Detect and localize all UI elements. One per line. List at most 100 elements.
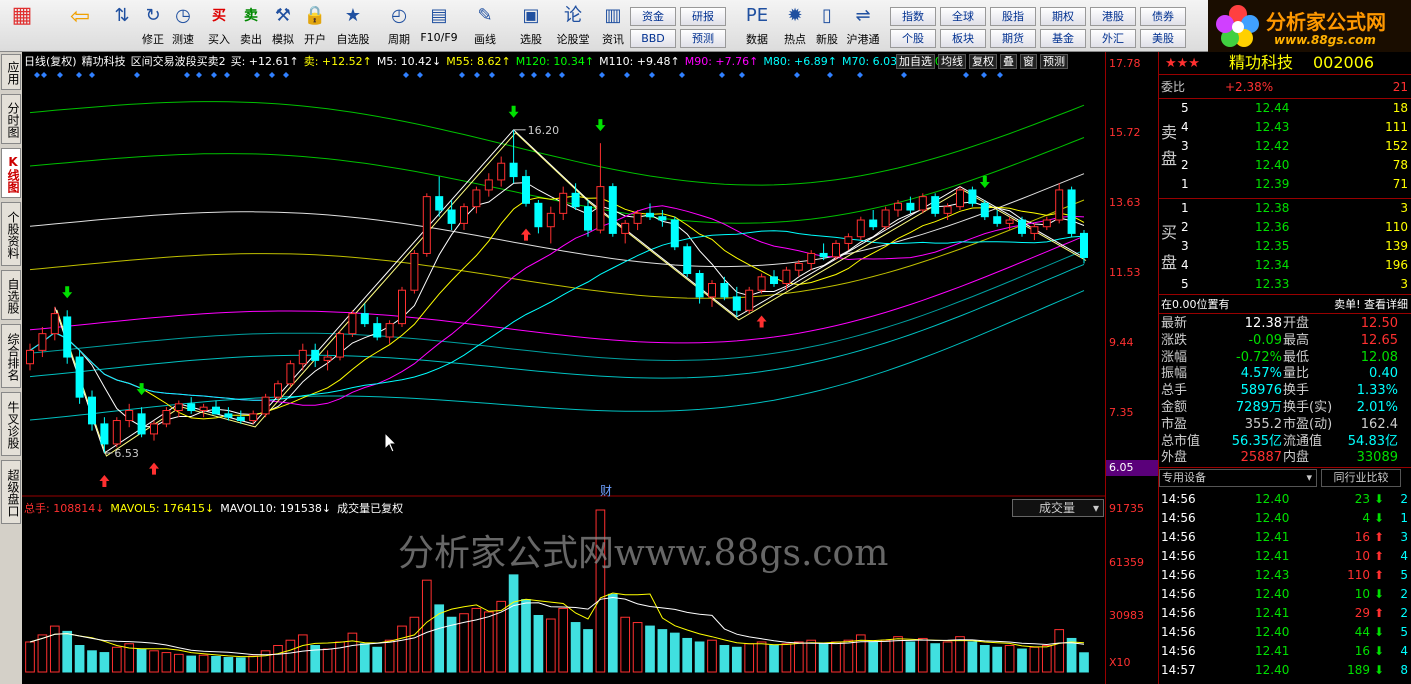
volume-indicator-value: 总手: 108814↓ — [24, 502, 105, 515]
tick-volume: 4 — [1362, 511, 1370, 525]
side-tab[interactable]: 个股资料 — [1, 202, 21, 266]
candle-body — [212, 406, 220, 415]
indicator-value: 买: +12.61↑ — [230, 55, 299, 68]
toolbar-small-button[interactable]: 预测 — [680, 29, 726, 48]
toolbar-small-button[interactable]: BBD — [630, 29, 676, 48]
volume-axis-label: 30983 — [1109, 609, 1144, 623]
side-tab[interactable]: 自选股 — [1, 270, 21, 320]
candle-body — [112, 420, 121, 445]
toolbar-back-arrow-button[interactable]: ⇦ — [62, 3, 98, 49]
volume-bar — [74, 645, 85, 673]
volume-bar — [669, 632, 680, 673]
toolbar-small-button[interactable]: 板块 — [940, 29, 986, 48]
side-tab[interactable]: 牛叉诊股 — [1, 392, 21, 456]
toolbar-small-button[interactable]: 期权 — [1040, 7, 1086, 26]
finance-marker[interactable]: 财 — [600, 482, 612, 499]
volume-bar — [99, 652, 110, 673]
toolbar-cycle-button[interactable]: ◴ 周期 — [380, 3, 418, 49]
candle-body — [385, 323, 394, 338]
price-axis-label: 11.53 — [1109, 265, 1141, 279]
chart-tool-button[interactable]: 叠 — [1000, 54, 1017, 69]
volume-bar — [744, 643, 755, 673]
volume-bar — [149, 650, 159, 673]
buy-signal-arrow-icon — [99, 474, 110, 487]
toolbar-small-button[interactable]: 资金 — [630, 7, 676, 26]
tab-compare[interactable]: 同行业比较 — [1321, 469, 1401, 487]
toolbar-small-button[interactable]: 指数 — [890, 7, 936, 26]
stat-label: 振幅 — [1161, 366, 1188, 382]
toolbar-small-button[interactable]: 期货 — [990, 29, 1036, 48]
stat-label: 涨跌 — [1161, 332, 1188, 348]
toolbar-small-button[interactable]: 美股 — [1140, 29, 1186, 48]
tick-count: 3 — [1400, 530, 1408, 544]
toolbar-hk-connect-button[interactable]: ⇌ 沪港通 — [844, 3, 882, 49]
toolbar-forum-button[interactable]: 论论股堂 — [554, 3, 592, 49]
candle-body — [732, 296, 741, 311]
tab-industry[interactable]: 专用设备 ▾ — [1159, 469, 1317, 487]
candle-body — [162, 410, 171, 425]
toolbar-ipo-button[interactable]: ▯ 新股 — [808, 3, 846, 49]
stat-label: 市盈(动) — [1283, 416, 1333, 432]
tick-time: 14:56 — [1161, 625, 1196, 639]
volume-selector[interactable]: 成交量 ▾ — [1012, 499, 1104, 517]
toolbar-small-button[interactable]: 外汇 — [1090, 29, 1136, 48]
volume-bar — [893, 636, 903, 673]
stat-value: 56.35亿 — [1231, 433, 1282, 449]
event-diamond-icon — [599, 72, 605, 78]
tick-time: 14:56 — [1161, 492, 1196, 506]
toolbar-small-button[interactable]: 债券 — [1140, 7, 1186, 26]
position-detail-link[interactable]: 卖单! 查看详细 — [1334, 296, 1408, 313]
candle-body — [26, 349, 34, 365]
candle-body — [497, 162, 506, 181]
order-volume: 196 — [1385, 258, 1408, 272]
toolbar-small-button[interactable]: 港股 — [1090, 7, 1136, 26]
toolbar-select-stock-button[interactable]: ▣ 选股 — [512, 3, 550, 49]
volume-indicator-value: MAVOL5: 176415↓ — [110, 502, 215, 515]
sell-signal-arrow-icon — [62, 286, 73, 299]
indicator-value: M120: 10.34↑ — [515, 55, 595, 68]
volume-bar — [868, 641, 879, 673]
f10-icon: ▤ — [430, 5, 448, 26]
volume-bar — [173, 653, 184, 673]
toolbar-news-button[interactable]: ▥ 资讯 — [594, 3, 632, 49]
toolbar-lock-button[interactable]: 🔒 开户 — [296, 3, 334, 49]
side-tab[interactable]: 综合排名 — [1, 324, 21, 388]
toolbar-small-button[interactable]: 股指 — [990, 7, 1036, 26]
toolbar-small-button[interactable]: 个股 — [890, 29, 936, 48]
chart-tool-button[interactable]: 加自选 — [896, 54, 935, 69]
toolbar-button-label: 测速 — [172, 33, 194, 46]
side-tab[interactable]: 超级盘口 — [1, 460, 21, 524]
toolbar-small-button[interactable]: 研报 — [680, 7, 726, 26]
candle-body — [373, 323, 382, 338]
chart-tool-button[interactable]: 复权 — [969, 54, 997, 69]
side-tab[interactable]: 应用 — [1, 54, 21, 90]
toolbar-small-button[interactable]: 全球 — [940, 7, 986, 26]
sell-order-row: 2 12.40 78 — [1159, 157, 1411, 174]
event-diamond-icon — [41, 72, 47, 78]
chart-tool-button[interactable]: 窗 — [1020, 54, 1037, 69]
volume-bar — [756, 641, 767, 673]
toolbar-pen-button[interactable]: ✎ 画线 — [466, 3, 504, 49]
order-level: 3 — [1181, 239, 1189, 253]
toolbar-star-button[interactable]: ★ 自选股 — [334, 3, 372, 49]
volume-bar — [583, 629, 593, 673]
toolbar-pe-data-button[interactable]: PE 数据 — [738, 3, 776, 49]
toolbar-speed-clock-button[interactable]: ◷ 测速 — [164, 3, 202, 49]
volume-bar — [545, 618, 556, 673]
chart-tool-button[interactable]: 预测 — [1040, 54, 1068, 69]
toolbar-f10-button[interactable]: ▤ F10/F9 — [420, 3, 458, 49]
volume-bar — [25, 641, 35, 673]
side-tab[interactable]: K线图 — [1, 148, 21, 198]
toolbar-app-grid-button[interactable]: ▦ — [4, 3, 40, 49]
kline-chart-area[interactable]: 16.20 6.53 日线(复权) 精功科技 区间交易波段买卖2 买: +12.61↑ 卖… — [22, 52, 1105, 684]
candle-body — [546, 212, 555, 228]
weibi-label: 委比 — [1161, 80, 1186, 94]
stat-label: 最新 — [1161, 316, 1188, 331]
buy-signal-arrow-icon — [149, 462, 159, 475]
stat-value: 54.83亿 — [1347, 433, 1398, 449]
side-tab[interactable]: 分时图 — [1, 94, 21, 144]
chart-tool-button[interactable]: 均线 — [938, 54, 966, 69]
candle-body — [720, 283, 729, 298]
candle-body — [670, 219, 679, 248]
toolbar-small-button[interactable]: 基金 — [1040, 29, 1086, 48]
